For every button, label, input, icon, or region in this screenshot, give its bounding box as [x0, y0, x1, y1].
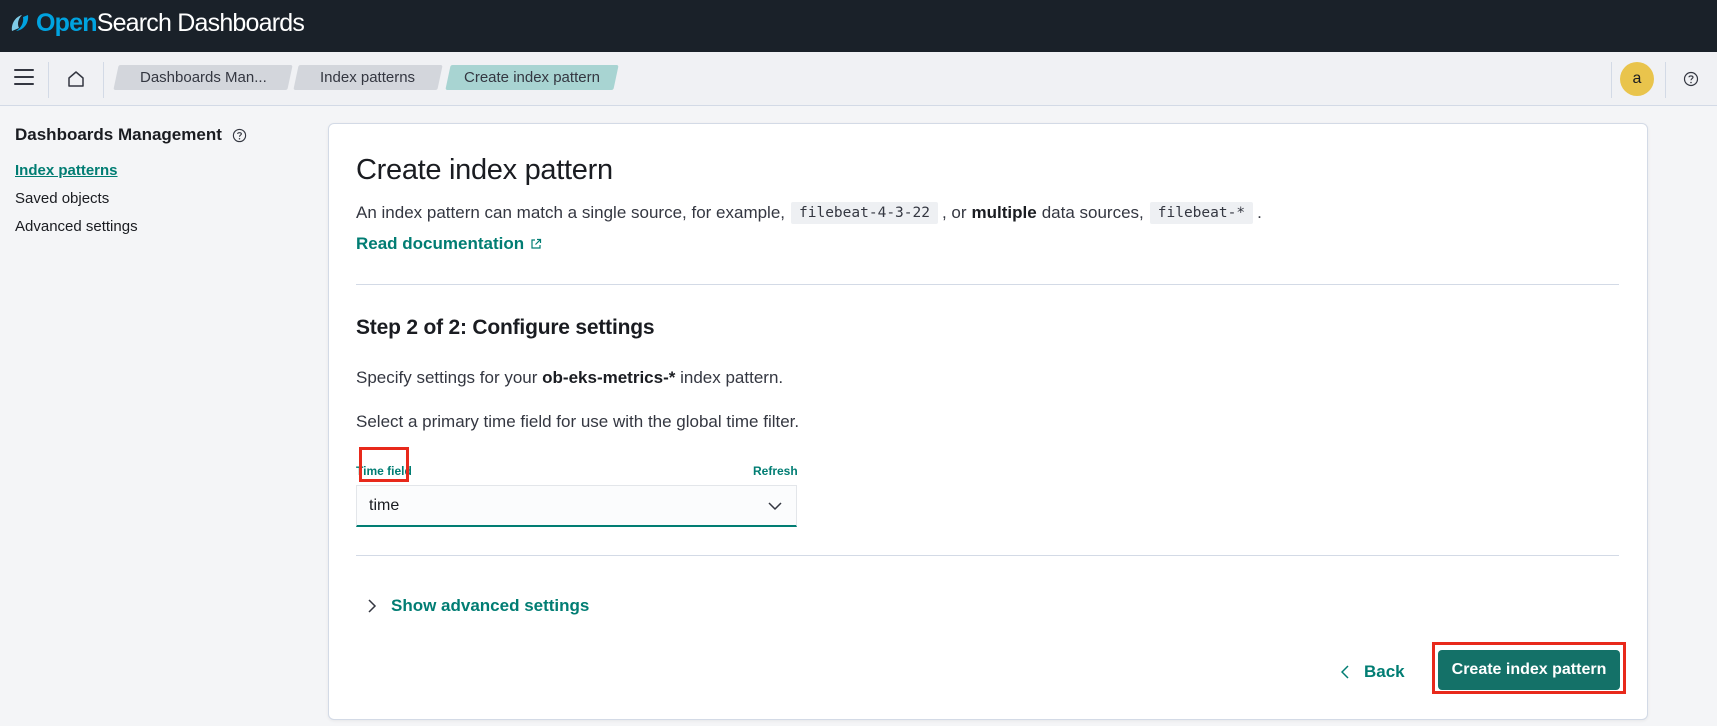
divider [48, 62, 49, 98]
sidebar-item-advanced-settings[interactable]: Advanced settings [15, 218, 138, 235]
back-button[interactable]: Back [1341, 662, 1405, 682]
show-advanced-settings-toggle[interactable]: Show advanced settings [367, 596, 589, 616]
time-field-select[interactable]: time [356, 485, 797, 527]
breadcrumb-dashboards-management[interactable]: Dashboards Man... [113, 65, 293, 90]
brand-open: Open [36, 8, 97, 37]
chevron-right-icon [368, 599, 377, 613]
refresh-link[interactable]: Refresh [753, 464, 798, 478]
description-text: , or [941, 203, 967, 222]
brand[interactable]: OpenSearch Dashboards [8, 8, 305, 38]
example-code-single: filebeat-4-3-22 [791, 202, 938, 224]
index-pattern-name: ob-eks-metrics-* [542, 368, 676, 387]
breadcrumb-create-index-pattern[interactable]: Create index pattern [445, 65, 619, 90]
step-title: Step 2 of 2: Configure settings [356, 316, 655, 339]
page-title: Create index pattern [356, 154, 613, 186]
sidebar-item-saved-objects[interactable]: Saved objects [15, 190, 109, 207]
description-text: data sources, [1041, 203, 1144, 222]
description-text: An index pattern can match a single sour… [356, 203, 786, 222]
external-link-icon [531, 238, 542, 249]
opensearch-logo-icon [11, 15, 29, 31]
show-advanced-settings-label: Show advanced settings [391, 596, 590, 615]
description-text: . [1257, 203, 1262, 222]
create-index-pattern-panel: Create index pattern An index pattern ca… [328, 123, 1648, 720]
avatar[interactable]: a [1620, 62, 1654, 96]
chevron-down-icon [768, 502, 782, 511]
sidebar-header: Dashboards Management [15, 125, 247, 145]
divider [103, 62, 104, 98]
home-icon[interactable] [66, 69, 86, 89]
time-field-value: time [369, 497, 400, 514]
sidebar-title: Dashboards Management [15, 125, 222, 144]
read-documentation-label: Read documentation [356, 234, 525, 253]
sidebar-item-index-patterns[interactable]: Index patterns [15, 162, 118, 179]
back-button-label: Back [1364, 662, 1405, 681]
divider [1611, 62, 1612, 98]
breadcrumb-index-patterns[interactable]: Index patterns [293, 65, 443, 90]
divider [356, 555, 1619, 556]
read-documentation-link[interactable]: Read documentation [356, 234, 542, 254]
chevron-left-icon [1341, 665, 1349, 679]
description: An index pattern can match a single sour… [356, 202, 1262, 224]
nav-bar: Dashboards Man... Index patterns Create … [0, 52, 1717, 106]
select-time-hint: Select a primary time field for use with… [356, 412, 800, 431]
create-index-pattern-button[interactable]: Create index pattern [1438, 650, 1620, 690]
example-code-multiple: filebeat-* [1149, 202, 1254, 224]
hamburger-menu-icon[interactable] [14, 69, 34, 87]
description-bold: multiple [971, 203, 1037, 222]
help-icon[interactable] [1683, 71, 1699, 87]
help-icon[interactable] [232, 128, 247, 143]
specify-settings-text: Specify settings for your ob-eks-metrics… [356, 368, 784, 387]
top-header: OpenSearch Dashboards [0, 0, 1717, 52]
brand-rest: Search Dashboards [96, 8, 305, 37]
time-field-label: Time field [356, 464, 412, 478]
divider [1665, 62, 1666, 98]
brand-name: OpenSearch Dashboards [36, 8, 305, 38]
divider [356, 284, 1619, 285]
